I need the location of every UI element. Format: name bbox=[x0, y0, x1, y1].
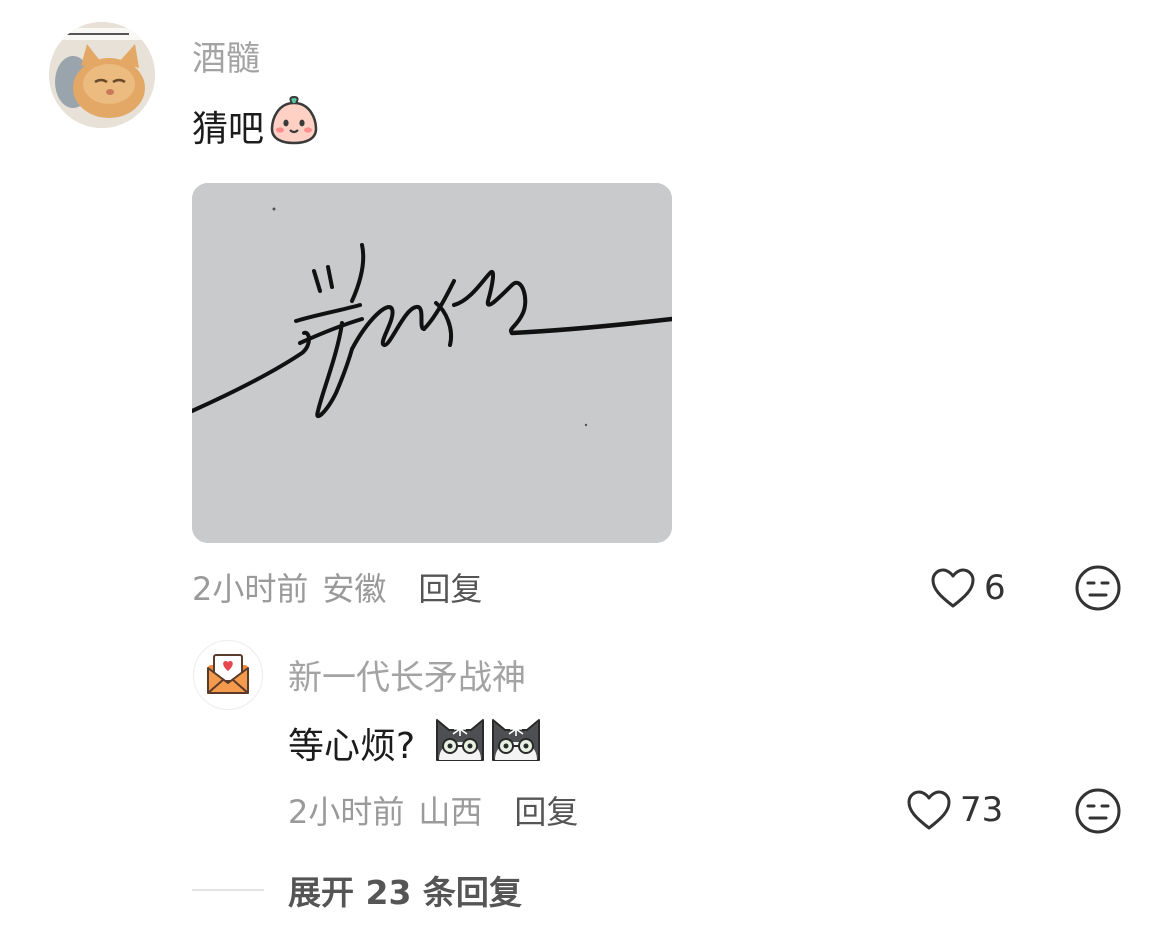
comment-meta: 2小时前 安徽 回复 bbox=[192, 564, 482, 610]
cat-avatar-icon bbox=[49, 22, 155, 128]
expand-replies-button[interactable]: 展开 23 条回复 bbox=[192, 866, 522, 914]
commenter-username[interactable]: 酒髓 bbox=[192, 31, 260, 80]
unamused-face-icon bbox=[1075, 788, 1121, 834]
expand-replies-label: 展开 23 条回复 bbox=[288, 873, 522, 912]
comment-text: 猜吧 bbox=[192, 95, 320, 156]
expand-divider bbox=[192, 889, 264, 891]
commenter-avatar[interactable] bbox=[49, 22, 155, 128]
comment-time: 2小时前 bbox=[192, 570, 309, 608]
heart-icon bbox=[907, 790, 951, 830]
comment-dislike-button[interactable] bbox=[1074, 564, 1122, 616]
reply-text: 等心烦? bbox=[288, 712, 543, 773]
envelope-heart-icon bbox=[207, 654, 249, 694]
replier-username[interactable]: 新一代长矛战神 bbox=[288, 650, 526, 699]
reply-like-count: 73 bbox=[960, 790, 1004, 830]
comment-location: 安徽 bbox=[322, 570, 387, 608]
reply-like-button[interactable]: 73 bbox=[906, 789, 1003, 831]
unamused-face-icon bbox=[1075, 565, 1121, 611]
cat-with-glasses-icon bbox=[433, 712, 487, 773]
smiling-dumpling-icon bbox=[268, 95, 320, 156]
handwritten-signature bbox=[192, 183, 672, 543]
cat-with-glasses-icon bbox=[489, 712, 543, 773]
comment-text-content: 猜吧 bbox=[192, 108, 265, 150]
reply-location: 山西 bbox=[418, 793, 483, 831]
reply-dislike-button[interactable] bbox=[1074, 787, 1122, 839]
reply-meta: 2小时前 山西 回复 bbox=[288, 787, 578, 833]
comment-like-button[interactable]: 6 bbox=[930, 567, 1006, 609]
reply-reply-button[interactable]: 回复 bbox=[514, 787, 578, 833]
reply-text-content: 等心烦? bbox=[288, 725, 416, 767]
signature-image[interactable] bbox=[192, 183, 672, 543]
replier-avatar[interactable] bbox=[193, 640, 263, 710]
comment-reply-button[interactable]: 回复 bbox=[418, 564, 482, 610]
heart-icon bbox=[931, 568, 975, 608]
reply-time: 2小时前 bbox=[288, 793, 405, 831]
comment-like-count: 6 bbox=[984, 568, 1006, 608]
